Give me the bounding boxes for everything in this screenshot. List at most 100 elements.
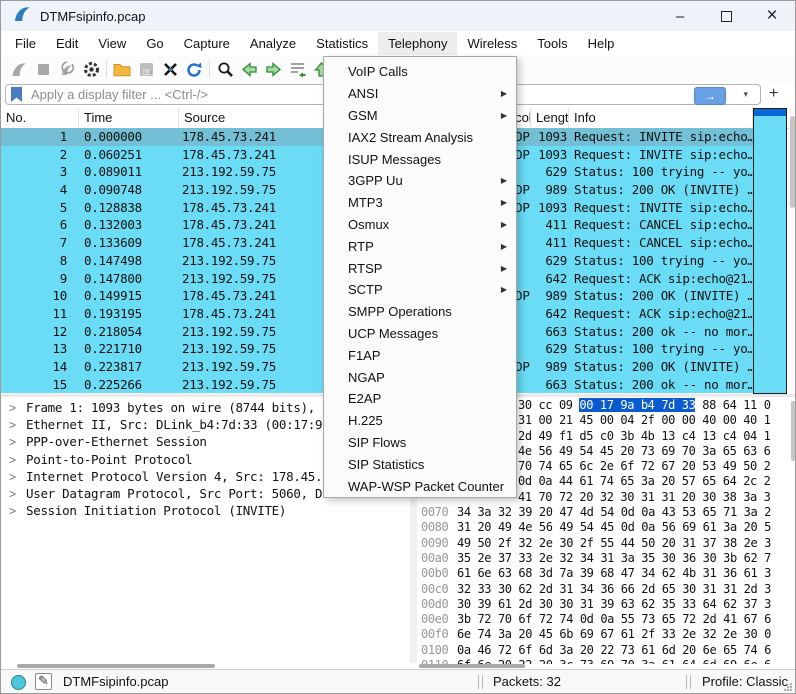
apply-filter-button[interactable]: →: [694, 87, 726, 105]
hex-row[interactable]: 00e03b 72 70 6f 72 74 0d 0a 55 73 65 72 …: [417, 612, 796, 627]
telephony-menu-item[interactable]: SCTP▶: [324, 279, 516, 301]
telephony-menu-item[interactable]: SMPP Operations: [324, 301, 516, 323]
hex-bytes-plain: 49 50 2f 32 2e 30 2f 55 44 50 20 31 37 3…: [457, 536, 771, 550]
packet-list-scrollbar[interactable]: [789, 108, 796, 394]
scrollbar-thumb[interactable]: [790, 116, 795, 208]
hex-offset: 00c0: [417, 582, 457, 597]
expand-chevron-icon[interactable]: >: [1, 503, 26, 520]
cell-no: 14: [1, 358, 79, 376]
menu-telephony[interactable]: Telephony: [378, 32, 457, 55]
wireshark-window: DTMFsipinfo.pcap – × FileEditViewGoCaptu…: [0, 0, 796, 694]
capture-options-icon[interactable]: [79, 58, 103, 80]
hex-row[interactable]: 00b061 6e 63 68 3d 7a 39 68 47 34 62 4b …: [417, 566, 796, 581]
menu-file[interactable]: File: [5, 32, 46, 55]
telephony-menu-item[interactable]: UCP Messages: [324, 323, 516, 345]
cell-length: 1093: [531, 146, 569, 164]
cell-info: Status: 100 trying -- yo…: [569, 340, 753, 358]
hex-bytes: 31 20 49 4e 56 49 54 45 0d 0a 56 69 61 3…: [457, 520, 771, 534]
telephony-menu-item[interactable]: RTP▶: [324, 235, 516, 257]
save-file-icon: 010: [134, 58, 158, 80]
column-header-length[interactable]: Length: [531, 108, 569, 128]
telephony-menu-item[interactable]: ANSI▶: [324, 83, 516, 105]
add-filter-button[interactable]: +: [769, 85, 778, 103]
hex-hscrollbar-thumb[interactable]: [419, 664, 525, 668]
column-header-no[interactable]: No.: [1, 108, 79, 128]
cell-length: 989: [531, 181, 569, 199]
telephony-menu-item[interactable]: RTSP▶: [324, 257, 516, 279]
close-button[interactable]: ×: [749, 1, 795, 31]
menu-capture[interactable]: Capture: [174, 32, 240, 55]
telephony-menu-item[interactable]: ISUP Messages: [324, 148, 516, 170]
menu-item-label: SIP Flows: [348, 435, 406, 450]
telephony-menu-item[interactable]: E2AP: [324, 388, 516, 410]
hex-scrollbar-thumb[interactable]: [791, 401, 795, 461]
minimize-button[interactable]: –: [657, 1, 703, 31]
hex-row[interactable]: 00d030 39 61 2d 30 30 31 39 63 62 35 33 …: [417, 597, 796, 612]
resize-grip[interactable]: [784, 683, 792, 691]
hex-bytes: 3b 72 70 6f 72 74 0d 0a 55 73 65 72 2d 4…: [457, 612, 771, 626]
expand-chevron-icon[interactable]: >: [1, 417, 26, 434]
hex-row[interactable]: 00a035 2e 37 33 2e 32 34 31 3a 35 30 36 …: [417, 551, 796, 566]
expert-info-icon[interactable]: [11, 675, 26, 690]
go-back-icon[interactable]: [237, 58, 261, 80]
menu-go[interactable]: Go: [136, 32, 173, 55]
details-hscrollbar-thumb[interactable]: [17, 664, 215, 668]
telephony-menu-item[interactable]: 3GPP Uu▶: [324, 170, 516, 192]
telephony-menu-item[interactable]: WAP-WSP Packet Counter: [324, 475, 516, 497]
maximize-button[interactable]: [703, 1, 749, 31]
filter-bookmark-icon[interactable]: [11, 87, 22, 102]
menu-analyze[interactable]: Analyze: [240, 32, 306, 55]
hex-row[interactable]: 008031 20 49 4e 56 49 54 45 0d 0a 56 69 …: [417, 520, 796, 535]
expand-chevron-icon[interactable]: >: [1, 400, 26, 417]
go-to-packet-icon[interactable]: [285, 58, 309, 80]
menu-edit[interactable]: Edit: [46, 32, 88, 55]
capture-comment-icon[interactable]: ✎: [35, 673, 52, 690]
menu-tools[interactable]: Tools: [527, 32, 577, 55]
column-header-info[interactable]: Info: [569, 108, 753, 128]
detail-row[interactable]: >Session Initiation Protocol (INVITE): [1, 502, 410, 519]
cell-time: 0.221710: [79, 340, 179, 358]
menu-view[interactable]: View: [88, 32, 136, 55]
hex-row[interactable]: 00f06e 74 3a 20 45 6b 69 67 61 2f 33 2e …: [417, 627, 796, 642]
menu-help[interactable]: Help: [578, 32, 625, 55]
filter-placeholder: Apply a display filter ... <Ctrl-/>: [31, 87, 208, 102]
toolbar-separator: [106, 60, 107, 78]
expand-chevron-icon[interactable]: >: [1, 452, 26, 469]
open-file-icon[interactable]: [110, 58, 134, 80]
close-file-icon[interactable]: [158, 58, 182, 80]
telephony-menu-item[interactable]: VoIP Calls: [324, 61, 516, 83]
telephony-menu-item[interactable]: NGAP: [324, 366, 516, 388]
reload-file-icon[interactable]: [182, 58, 206, 80]
menu-wireless[interactable]: Wireless: [457, 32, 527, 55]
telephony-menu-item[interactable]: Osmux▶: [324, 214, 516, 236]
hex-row[interactable]: 00c032 33 30 62 2d 31 34 36 66 2d 65 30 …: [417, 582, 796, 597]
hex-bytes: 61 6e 63 68 3d 7a 39 68 47 34 62 4b 31 3…: [457, 566, 771, 580]
submenu-arrow-icon: ▶: [501, 242, 507, 251]
cell-info: Request: ACK sip:echo@21…: [569, 270, 753, 288]
find-packet-icon[interactable]: [213, 58, 237, 80]
go-forward-icon[interactable]: [261, 58, 285, 80]
telephony-menu-item[interactable]: F1AP: [324, 344, 516, 366]
hex-bytes: 34 3a 32 39 20 47 4d 54 0d 0a 43 53 65 7…: [457, 505, 771, 519]
intelligent-scrollbar[interactable]: [753, 108, 787, 394]
telephony-menu-item[interactable]: SIP Flows: [324, 432, 516, 454]
telephony-menu-item[interactable]: SIP Statistics: [324, 453, 516, 475]
hex-offset: 00e0: [417, 612, 457, 627]
hex-row[interactable]: 007034 3a 32 39 20 47 4d 54 0d 0a 43 53 …: [417, 505, 796, 520]
expand-chevron-icon[interactable]: >: [1, 469, 26, 486]
hex-bytes-plain: 6e 74 3a 20 45 6b 69 67 61 2f 33 2e 32 2…: [457, 627, 771, 641]
cell-no: 7: [1, 234, 79, 252]
menu-statistics[interactable]: Statistics: [306, 32, 378, 55]
expand-chevron-icon[interactable]: >: [1, 486, 26, 503]
cell-time: 0.149915: [79, 287, 179, 305]
hex-row[interactable]: 01000a 46 72 6f 6d 3a 20 22 73 61 6d 20 …: [417, 643, 796, 658]
telephony-menu-item[interactable]: MTP3▶: [324, 192, 516, 214]
hex-row[interactable]: 009049 50 2f 32 2e 30 2f 55 44 50 20 31 …: [417, 536, 796, 551]
expand-chevron-icon[interactable]: >: [1, 434, 26, 451]
telephony-menu-item[interactable]: IAX2 Stream Analysis: [324, 126, 516, 148]
menu-item-label: RTSP: [348, 261, 382, 276]
telephony-menu-item[interactable]: H.225: [324, 410, 516, 432]
telephony-menu-item[interactable]: GSM▶: [324, 105, 516, 127]
filter-dropdown-caret-icon[interactable]: ▾: [743, 89, 748, 100]
column-header-time[interactable]: Time: [79, 108, 179, 128]
